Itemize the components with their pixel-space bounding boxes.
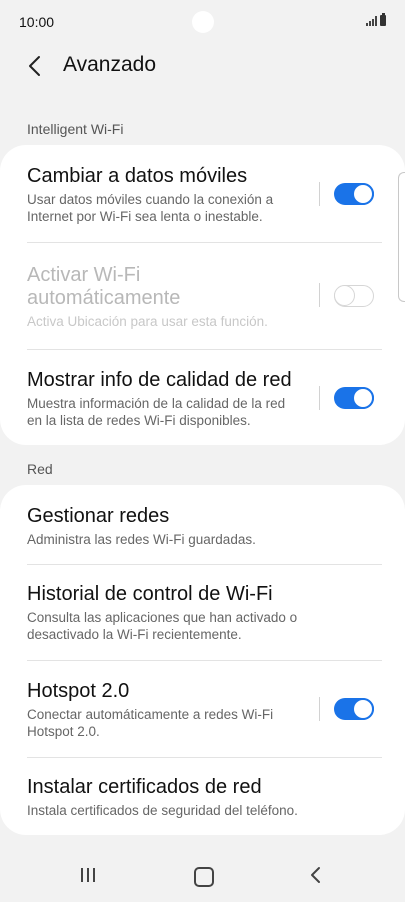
setting-title: Cambiar a datos móviles <box>27 165 248 187</box>
divider <box>27 660 382 661</box>
vertical-separator <box>319 697 320 721</box>
card-red: Gestionar redes Administra las redes Wi-… <box>0 485 405 835</box>
setting-title: Instalar certificados de red <box>27 776 262 798</box>
toggle-knob <box>352 387 374 409</box>
setting-row-historial-control-wifi[interactable]: Historial de control de Wi-Fi Consulta l… <box>27 583 382 643</box>
divider <box>27 564 382 565</box>
chevron-left-icon <box>29 56 40 76</box>
navigation-bar <box>0 848 405 902</box>
app-header: Avanzado <box>0 44 405 90</box>
section-label-red: Red <box>27 461 53 477</box>
setting-title: Mostrar info de calidad de red <box>27 369 292 391</box>
recent-apps-icon[interactable] <box>81 868 95 882</box>
setting-subtitle: Usar datos móviles cuando la conexión a … <box>27 192 274 224</box>
card-intelligent-wifi: Cambiar a datos móviles Usar datos móvil… <box>0 145 405 445</box>
status-time: 10:00 <box>19 14 55 30</box>
setting-subtitle: Conectar automáticamente a redes Wi-Fi H… <box>27 707 274 739</box>
scroll-indicator[interactable] <box>398 172 405 302</box>
setting-row-cambiar-datos-moviles[interactable]: Cambiar a datos móviles Usar datos móvil… <box>27 165 382 225</box>
toggle-switch-cambiar-datos-moviles[interactable] <box>334 183 374 205</box>
toggle-switch-activar-wifi-automaticamente[interactable] <box>333 284 374 307</box>
status-icons <box>366 13 386 26</box>
status-bar: 10:00 <box>0 0 405 44</box>
toggle-switch-hotspot-2[interactable] <box>334 698 374 720</box>
setting-title: Historial de control de Wi-Fi <box>27 583 273 605</box>
vertical-separator <box>319 182 320 206</box>
setting-row-instalar-certificados[interactable]: Instalar certificados de red Instala cer… <box>27 776 382 819</box>
vertical-separator <box>319 283 320 307</box>
setting-subtitle: Consulta las aplicaciones que han activa… <box>27 610 298 642</box>
divider <box>27 349 382 350</box>
back-icon[interactable] <box>306 865 326 885</box>
home-icon[interactable] <box>194 867 214 887</box>
back-button[interactable] <box>22 52 50 80</box>
setting-title: Gestionar redes <box>27 505 170 527</box>
setting-title: Activar Wi-Fi automáticamente <box>27 264 181 309</box>
setting-row-mostrar-info-calidad-red[interactable]: Mostrar info de calidad de red Muestra i… <box>27 369 382 429</box>
setting-subtitle: Administra las redes Wi-Fi guardadas. <box>27 532 256 547</box>
vertical-separator <box>319 386 320 410</box>
setting-title: Hotspot 2.0 <box>27 680 130 702</box>
camera-cutout <box>192 11 214 33</box>
section-label-intelligent-wifi: Intelligent Wi-Fi <box>27 121 124 137</box>
setting-subtitle: Instala certificados de seguridad del te… <box>27 803 298 818</box>
setting-row-hotspot-2[interactable]: Hotspot 2.0 Conectar automáticamente a r… <box>27 680 382 740</box>
toggle-knob <box>352 183 374 205</box>
toggle-knob <box>352 698 374 720</box>
divider <box>27 242 382 243</box>
battery-icon <box>380 13 386 26</box>
toggle-knob <box>333 284 355 306</box>
toggle-switch-mostrar-info-calidad-red[interactable] <box>334 387 374 409</box>
setting-subtitle: Muestra información de la calidad de la … <box>27 396 286 428</box>
page-title: Avanzado <box>63 53 157 76</box>
setting-subtitle: Activa Ubicación para usar esta función. <box>27 314 268 329</box>
setting-row-activar-wifi-automaticamente[interactable]: Activar Wi-Fi automáticamente Activa Ubi… <box>27 264 382 330</box>
setting-row-gestionar-redes[interactable]: Gestionar redes Administra las redes Wi-… <box>27 505 382 548</box>
signal-icon <box>366 16 377 26</box>
divider <box>27 757 382 758</box>
